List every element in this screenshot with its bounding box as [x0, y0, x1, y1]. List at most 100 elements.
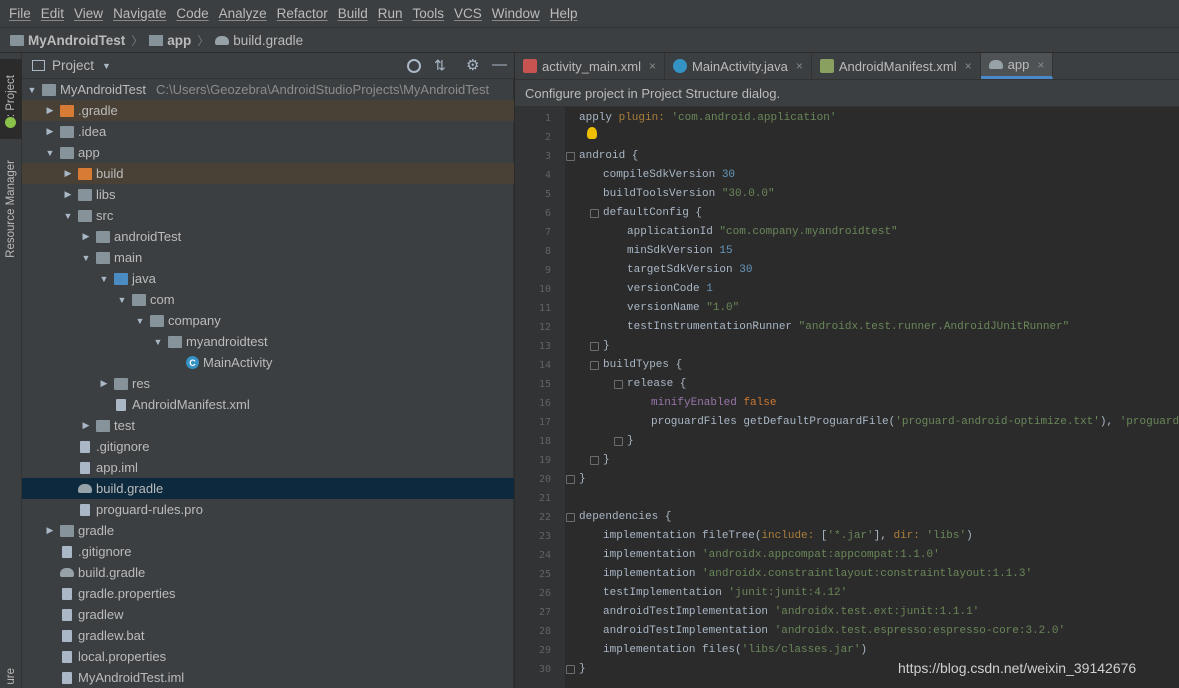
tab-resource-manager[interactable]: Resource Manager: [0, 149, 22, 269]
expanded-arrow-icon[interactable]: ▼: [134, 316, 146, 326]
menu-edit[interactable]: Edit: [36, 6, 69, 21]
expanded-arrow-icon[interactable]: ▼: [116, 295, 128, 305]
collapsed-arrow-icon[interactable]: ▶: [80, 231, 92, 242]
tree-item[interactable]: ▼ myandroidtest: [22, 331, 514, 352]
tree-item[interactable]: ▶ build: [22, 163, 514, 184]
tree-item-label: gradlew.bat: [78, 628, 145, 643]
menu-view[interactable]: View: [69, 6, 108, 21]
fold-marker-icon[interactable]: [590, 456, 599, 465]
breadcrumb-module[interactable]: app: [149, 33, 191, 48]
tree-item[interactable]: C MainActivity: [22, 352, 514, 373]
menu-analyze[interactable]: Analyze: [214, 6, 272, 21]
tree-item[interactable]: proguard-rules.pro: [22, 499, 514, 520]
fold-marker-icon[interactable]: [566, 513, 575, 522]
expanded-arrow-icon[interactable]: ▼: [62, 211, 74, 221]
fold-marker-icon[interactable]: [566, 665, 575, 674]
close-icon[interactable]: ×: [796, 59, 803, 73]
tab-app[interactable]: app ×: [980, 53, 1054, 79]
expanded-arrow-icon[interactable]: ▼: [44, 148, 56, 158]
tree-item-label: build.gradle: [78, 565, 146, 580]
tab-activity-main-xml[interactable]: activity_main.xml ×: [515, 53, 665, 79]
tab-structure[interactable]: ure: [0, 665, 22, 687]
collapsed-arrow-icon[interactable]: ▶: [62, 189, 74, 200]
collapse-all-icon[interactable]: ⇅: [434, 57, 446, 74]
menu-tools[interactable]: Tools: [408, 6, 450, 21]
menu-help[interactable]: Help: [545, 6, 583, 21]
tree-item[interactable]: ▶ androidTest: [22, 226, 514, 247]
code-line: androidTestImplementation 'androidx.test…: [603, 625, 1066, 637]
locate-icon[interactable]: [407, 59, 421, 73]
expanded-arrow-icon[interactable]: ▼: [26, 85, 38, 95]
collapsed-arrow-icon[interactable]: ▶: [44, 105, 56, 116]
breadcrumb-project[interactable]: MyAndroidTest: [10, 33, 125, 48]
tree-item-label: src: [96, 208, 114, 223]
tree-item[interactable]: app.iml: [22, 457, 514, 478]
menu-window[interactable]: Window: [487, 6, 545, 21]
menu-code[interactable]: Code: [171, 6, 213, 21]
tab-mainactivity-java[interactable]: MainActivity.java ×: [665, 53, 812, 79]
tree-item[interactable]: MyAndroidTest.iml: [22, 667, 514, 688]
tree-item[interactable]: ▼ src: [22, 205, 514, 226]
tree-item[interactable]: ▶ .gradle: [22, 100, 514, 121]
fold-marker-icon[interactable]: [614, 437, 623, 446]
menu-build[interactable]: Build: [333, 6, 373, 21]
hide-panel-icon[interactable]: —: [492, 56, 507, 73]
tree-item[interactable]: local.properties: [22, 646, 514, 667]
tree-item[interactable]: ▶ res: [22, 373, 514, 394]
tree-item[interactable]: ▶ gradle: [22, 520, 514, 541]
tab-androidmanifest-xml[interactable]: AndroidManifest.xml ×: [812, 53, 981, 79]
fold-marker-icon[interactable]: [590, 361, 599, 370]
tree-item-label: gradle: [78, 523, 115, 538]
menu-vcs[interactable]: VCS: [449, 6, 487, 21]
tree-item[interactable]: ▼ java: [22, 268, 514, 289]
collapsed-arrow-icon[interactable]: ▶: [98, 378, 110, 389]
tree-item[interactable]: gradlew.bat: [22, 625, 514, 646]
breadcrumb-file[interactable]: build.gradle: [215, 33, 303, 48]
collapsed-arrow-icon[interactable]: ▶: [80, 420, 92, 431]
close-icon[interactable]: ×: [1037, 58, 1044, 72]
tree-item[interactable]: .gitignore: [22, 541, 514, 562]
tree-item[interactable]: ▶ .idea: [22, 121, 514, 142]
code-editor[interactable]: apply plugin: 'com.android.application' a…: [565, 107, 1179, 688]
menu-refactor[interactable]: Refactor: [272, 6, 333, 21]
tree-item[interactable]: ▶ test: [22, 415, 514, 436]
tree-item[interactable]: .gitignore: [22, 436, 514, 457]
menu-file[interactable]: File: [4, 6, 36, 21]
tree-item[interactable]: build.gradle: [22, 478, 514, 499]
code-line: }: [579, 473, 586, 485]
expanded-arrow-icon[interactable]: ▼: [98, 274, 110, 284]
tree-item[interactable]: ▼ main: [22, 247, 514, 268]
tree-item[interactable]: ▼ company: [22, 310, 514, 331]
collapsed-arrow-icon[interactable]: ▶: [62, 168, 74, 179]
tree-item[interactable]: gradlew: [22, 604, 514, 625]
tree-item[interactable]: gradle.properties: [22, 583, 514, 604]
menu-navigate[interactable]: Navigate: [108, 6, 171, 21]
tree-item[interactable]: AndroidManifest.xml: [22, 394, 514, 415]
tree-item[interactable]: ▼ MyAndroidTest C:\Users\Geozebra\AndroidS…: [22, 79, 514, 100]
fold-marker-icon[interactable]: [566, 475, 575, 484]
project-view-selector[interactable]: Project: [52, 58, 94, 73]
close-icon[interactable]: ×: [649, 59, 656, 73]
line-number: 7: [544, 227, 551, 238]
tree-item[interactable]: ▼ com: [22, 289, 514, 310]
expanded-arrow-icon[interactable]: ▼: [152, 337, 164, 347]
menu-run[interactable]: Run: [373, 6, 408, 21]
expanded-arrow-icon[interactable]: ▼: [80, 253, 92, 263]
collapsed-arrow-icon[interactable]: ▶: [44, 525, 56, 536]
fold-marker-icon[interactable]: [614, 380, 623, 389]
tree-item[interactable]: ▼ app: [22, 142, 514, 163]
code-line: buildTypes {: [603, 359, 683, 371]
chevron-down-icon[interactable]: ▼: [102, 61, 111, 71]
gear-icon[interactable]: ⚙: [466, 56, 479, 74]
code-line: testImplementation 'junit:junit:4.12': [603, 587, 848, 599]
fold-marker-icon[interactable]: [590, 342, 599, 351]
tree-item[interactable]: ▶ libs: [22, 184, 514, 205]
close-icon[interactable]: ×: [965, 59, 972, 73]
gradle-file-icon: [988, 60, 1003, 69]
project-view-icon: [32, 60, 45, 71]
collapsed-arrow-icon[interactable]: ▶: [44, 126, 56, 137]
tree-item[interactable]: build.gradle: [22, 562, 514, 583]
fold-marker-icon[interactable]: [566, 152, 575, 161]
lightbulb-icon[interactable]: [587, 127, 597, 139]
fold-marker-icon[interactable]: [590, 209, 599, 218]
